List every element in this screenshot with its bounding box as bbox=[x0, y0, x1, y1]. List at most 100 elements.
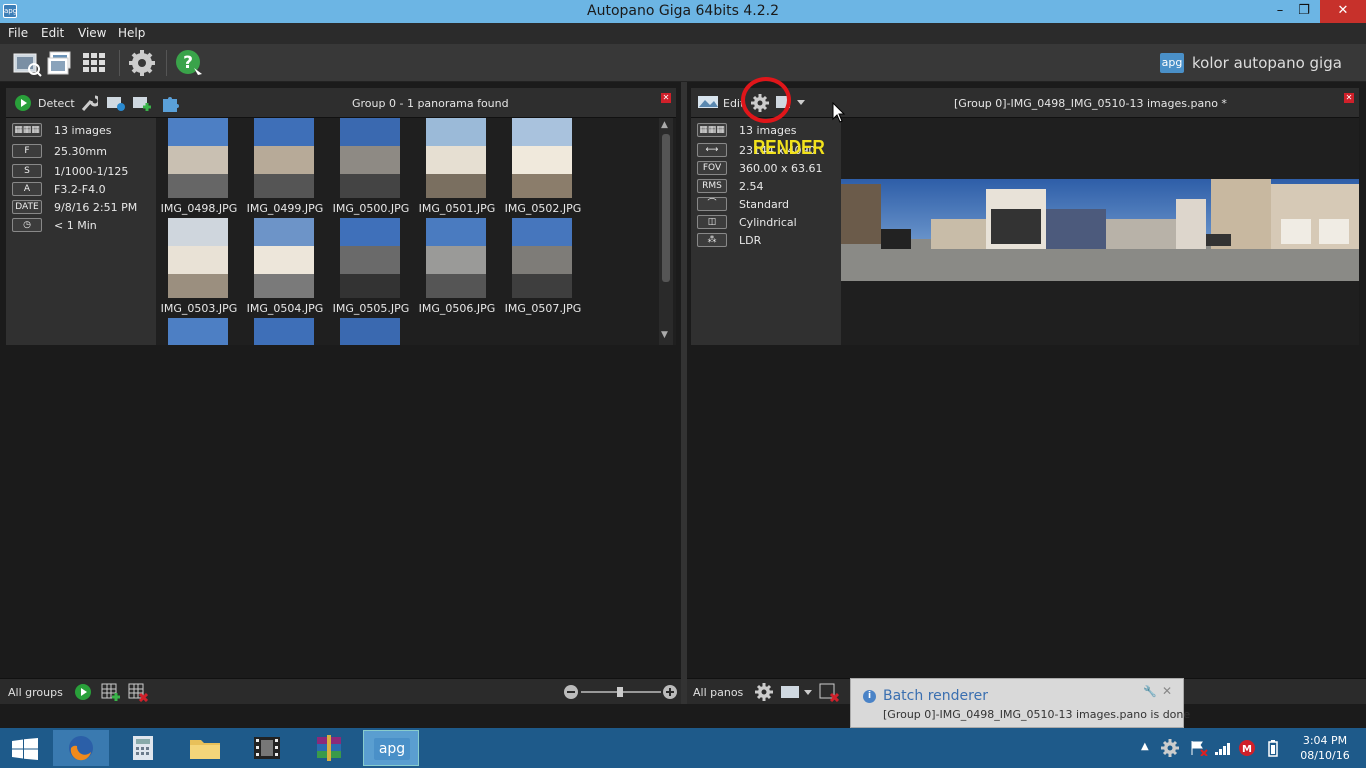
thumbnail-item[interactable]: IMG_0503.JPG bbox=[156, 218, 242, 318]
thumbnail-item[interactable]: IMG_0504.JPG bbox=[242, 218, 328, 318]
thumbnail-item[interactable]: IMG_0499.JPG bbox=[242, 118, 328, 218]
thumbnail-item[interactable]: IMG_0506.JPG bbox=[414, 218, 500, 318]
close-panel-icon[interactable]: ✕ bbox=[1344, 93, 1354, 103]
mouse-cursor-icon bbox=[832, 102, 846, 123]
render-highlight-circle bbox=[741, 77, 791, 123]
puzzle-icon[interactable] bbox=[160, 93, 180, 113]
batch-render-gear-icon[interactable] bbox=[754, 682, 774, 702]
thumbnail-item[interactable]: IMG_0501.JPG bbox=[414, 118, 500, 218]
close-panel-icon[interactable]: ✕ bbox=[661, 93, 671, 103]
edit-pano-icon[interactable] bbox=[697, 94, 719, 110]
thumbnail-image bbox=[168, 318, 228, 345]
clock-date: 08/10/16 bbox=[1300, 749, 1350, 762]
thumbnail-filename: IMG_0500.JPG bbox=[332, 202, 410, 215]
menu-view[interactable]: View bbox=[78, 26, 106, 40]
show-hidden-icons-icon[interactable]: ▲ bbox=[1141, 741, 1149, 752]
projection-type-icon: ⌒ bbox=[697, 197, 727, 211]
thumbnail-image bbox=[254, 118, 314, 198]
add-images-icon[interactable] bbox=[132, 93, 152, 113]
scroll-down-arrow-icon[interactable]: ▼ bbox=[661, 330, 668, 340]
menu-bar: File Edit View Help bbox=[0, 23, 1366, 44]
detect-button[interactable]: Detect bbox=[38, 97, 75, 110]
thumbnail-item[interactable] bbox=[328, 318, 414, 345]
aperture-icon: A bbox=[12, 182, 42, 196]
info-row: S 1/1000-1/125 bbox=[6, 163, 156, 181]
focal-length-icon: F bbox=[12, 144, 42, 158]
wrench-icon[interactable] bbox=[80, 93, 98, 113]
info-row: F 25.30mm bbox=[6, 143, 156, 161]
close-button[interactable]: ✕ bbox=[1320, 0, 1366, 23]
images-count-icon: ▦▦▦ bbox=[12, 123, 42, 137]
thumbnail-item[interactable]: IMG_0502.JPG bbox=[500, 118, 586, 218]
thumbnail-item[interactable]: IMG_0498.JPG bbox=[156, 118, 242, 218]
toolbar-separator bbox=[166, 50, 167, 76]
export-panos-dropdown-icon[interactable] bbox=[780, 684, 812, 700]
all-groups-label: All groups bbox=[8, 686, 63, 699]
thumbnail-filename: IMG_0498.JPG bbox=[160, 202, 238, 215]
taskbar-firefox[interactable] bbox=[53, 730, 109, 766]
menu-help[interactable]: Help bbox=[118, 26, 145, 40]
size-icon: ⟷ bbox=[697, 143, 727, 157]
panorama-preview[interactable] bbox=[841, 179, 1359, 281]
remove-group-icon[interactable] bbox=[128, 682, 148, 702]
flag-alert-icon[interactable] bbox=[1190, 740, 1208, 756]
settings-gear-icon[interactable] bbox=[127, 48, 157, 78]
zoom-slider[interactable] bbox=[563, 684, 678, 700]
thumbnail-item[interactable]: IMG_0500.JPG bbox=[328, 118, 414, 218]
help-icon[interactable]: ? bbox=[174, 48, 204, 78]
taskbar-winrar[interactable] bbox=[301, 730, 357, 766]
battery-icon[interactable] bbox=[1266, 740, 1280, 758]
thumbnail-filename: IMG_0507.JPG bbox=[504, 302, 582, 315]
thumbnail-image bbox=[426, 118, 486, 198]
fov-icon: FOV bbox=[697, 161, 727, 175]
groups-bottom-bar: All groups bbox=[0, 678, 681, 704]
refresh-images-icon[interactable] bbox=[106, 93, 126, 113]
taskbar-video-app[interactable] bbox=[239, 730, 295, 766]
info-row: ◫ Cylindrical bbox=[691, 214, 841, 232]
taskbar-file-explorer[interactable] bbox=[177, 730, 233, 766]
maximize-button[interactable]: ❐ bbox=[1290, 0, 1318, 23]
taskbar-clock[interactable]: 3:04 PM 08/10/16 bbox=[1290, 733, 1360, 763]
scroll-thumb[interactable] bbox=[662, 134, 670, 282]
info-row: FOV 360.00 x 63.61 bbox=[691, 160, 841, 178]
play-all-icon[interactable] bbox=[74, 683, 92, 701]
images-count-icon: ▦▦▦ bbox=[697, 123, 727, 137]
thumbnail-item[interactable] bbox=[242, 318, 328, 345]
info-row: ◷ < 1 Min bbox=[6, 217, 156, 235]
remove-pano-icon[interactable] bbox=[819, 682, 839, 702]
thumbnail-item[interactable]: IMG_0505.JPG bbox=[328, 218, 414, 318]
thumbnail-item[interactable] bbox=[156, 318, 242, 345]
info-value: Cylindrical bbox=[739, 216, 797, 229]
notification-settings-icon[interactable]: 🔧 bbox=[1143, 685, 1157, 698]
thumbnail-image bbox=[512, 118, 572, 198]
menu-file[interactable]: File bbox=[8, 26, 28, 40]
taskbar-calculator[interactable] bbox=[115, 730, 171, 766]
thumbnails-scrollbar[interactable]: ▲ ▼ bbox=[659, 118, 673, 345]
info-icon: i bbox=[863, 690, 876, 703]
title-bar: apg Autopano Giga 64bits 4.2.2 – ❐ ✕ bbox=[0, 0, 1366, 23]
import-images-icon[interactable] bbox=[46, 48, 76, 78]
splitter[interactable] bbox=[681, 82, 687, 704]
thumbnail-image bbox=[340, 118, 400, 198]
batch-renderer-notification[interactable]: i Batch renderer [Group 0]-IMG_0498_IMG_… bbox=[850, 678, 1190, 728]
play-detect-icon[interactable] bbox=[14, 94, 32, 112]
add-group-icon[interactable] bbox=[101, 682, 121, 702]
import-folder-icon[interactable] bbox=[12, 48, 42, 78]
notification-close-icon[interactable]: ✕ bbox=[1162, 684, 1172, 698]
scroll-up-arrow-icon[interactable]: ▲ bbox=[661, 120, 668, 130]
windows-start-icon[interactable] bbox=[12, 738, 38, 760]
info-value: 1/1000-1/125 bbox=[54, 165, 129, 178]
thumbnail-filename: IMG_0504.JPG bbox=[246, 302, 324, 315]
thumbnail-item[interactable]: IMG_0507.JPG bbox=[500, 218, 586, 318]
mcafee-icon[interactable]: M bbox=[1238, 739, 1256, 757]
menu-edit[interactable]: Edit bbox=[41, 26, 64, 40]
rms-icon: RMS bbox=[697, 179, 727, 193]
batch-renderer-tray-icon[interactable] bbox=[1160, 738, 1180, 758]
grid-view-icon[interactable] bbox=[80, 48, 110, 78]
pano-title: [Group 0]-IMG_0498_IMG_0510-13 images.pa… bbox=[954, 97, 1227, 110]
info-value: 9/8/16 2:51 PM bbox=[54, 201, 138, 214]
thumbnail-filename: IMG_0502.JPG bbox=[504, 202, 582, 215]
network-signal-icon[interactable] bbox=[1214, 740, 1232, 756]
winrar-icon bbox=[317, 735, 341, 761]
taskbar-autopano[interactable]: apg bbox=[363, 730, 419, 766]
